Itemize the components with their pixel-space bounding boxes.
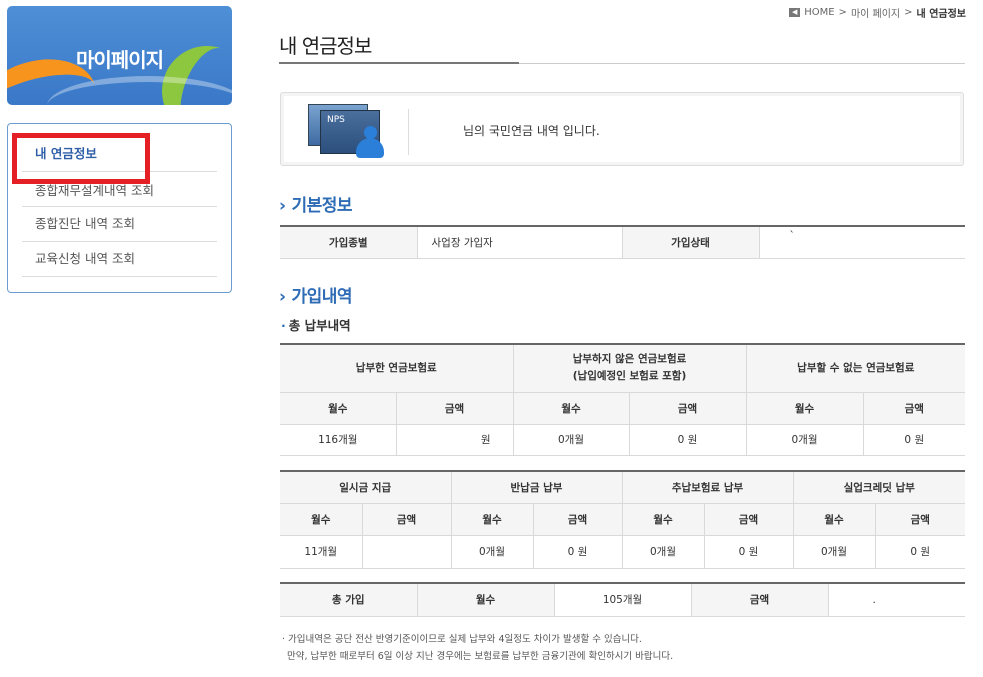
- breadcrumb-separator: >: [838, 7, 847, 18]
- note-line-1: · 가입내역은 공단 전산 반영기준이이므로 실제 납부와 4일정도 차이가 발…: [282, 634, 642, 645]
- person-icon: [356, 126, 384, 158]
- total-months-label: 월수: [416, 582, 555, 617]
- total-months-value: 105개월: [553, 582, 692, 617]
- unpaid-header: 납부하지 않은 연금보험료 (납입예정인 보험료 포함): [512, 343, 747, 393]
- chevron-right-icon: ›: [279, 287, 286, 307]
- breadcrumb: ◀ HOME > 마이 페이지 > 내 연금정보: [789, 5, 966, 20]
- col-months: 월수: [512, 391, 630, 425]
- section-history: › 가입내역: [279, 287, 353, 307]
- breadcrumb-home[interactable]: HOME: [804, 7, 834, 18]
- col-months: 월수: [280, 502, 363, 536]
- breadcrumb-current: 내 연금정보: [916, 9, 966, 20]
- unemployment-credit-header: 실업크레딧 납부: [792, 470, 965, 504]
- highlight-box: [12, 133, 150, 184]
- note-line-2: 만약, 납부한 때로부터 6일 이상 지난 경우에는 보험료를 납부한 금융기관…: [287, 651, 674, 662]
- nps-label: NPS: [327, 115, 345, 125]
- unemployment-months: 0개월: [792, 534, 876, 569]
- join-status-value: `: [758, 225, 965, 259]
- total-join-label: 총 가입: [280, 582, 418, 617]
- col-amount: 금액: [361, 502, 452, 536]
- unpaid-amount: 0 원: [628, 423, 747, 456]
- extra-payment-table: 일시금 지급 반납금 납부 추납보험료 납부 실업크레딧 납부 월수 금액 월수…: [280, 470, 965, 569]
- late-months: 0개월: [621, 534, 705, 569]
- section-basic-info: › 기본정보: [279, 196, 353, 216]
- total-amount-value: .: [827, 582, 965, 617]
- breadcrumb-separator: >: [904, 7, 913, 18]
- total-amount-label: 금액: [690, 582, 829, 617]
- col-months: 월수: [450, 502, 534, 536]
- refund-months: 0개월: [450, 534, 534, 569]
- title-divider: [279, 62, 965, 64]
- col-amount: 금액: [532, 502, 623, 536]
- breadcrumb-mypage[interactable]: 마이 페이지: [851, 5, 900, 20]
- col-months: 월수: [745, 391, 864, 425]
- col-amount: 금액: [862, 391, 966, 425]
- cannot-months: 0개월: [745, 423, 864, 456]
- info-message: 님의 국민연금 내역 입니다.: [463, 124, 600, 138]
- home-icon: ◀: [789, 8, 801, 17]
- banner-title: 마이페이지: [76, 48, 164, 72]
- paid-header: 납부한 연금보험료: [280, 343, 514, 393]
- page-title: 내 연금정보: [279, 34, 372, 58]
- mypage-banner: 마이페이지: [7, 6, 232, 105]
- cannot-pay-header: 납부할 수 없는 연금보험료: [745, 343, 966, 393]
- join-type-label: 가입종별: [280, 225, 418, 259]
- col-months: 월수: [280, 391, 397, 425]
- nps-computer-icon: NPS: [308, 102, 388, 162]
- refund-amount: 0 원: [532, 534, 623, 569]
- paid-months: 116개월: [280, 423, 397, 456]
- basic-info-table: 가입종별 사업장 가입자 가입상태 `: [280, 225, 965, 259]
- col-months: 월수: [792, 502, 876, 536]
- lump-amount: [361, 534, 452, 569]
- total-payment-table: 납부한 연금보험료 납부하지 않은 연금보험료 (납입예정인 보험료 포함) 납부…: [280, 343, 966, 456]
- lump-months: 11개월: [280, 534, 363, 569]
- col-amount: 금액: [395, 391, 514, 425]
- unpaid-months: 0개월: [512, 423, 630, 456]
- info-box: NPS 님의 국민연금 내역 입니다.: [280, 92, 964, 166]
- col-amount: 금액: [703, 502, 794, 536]
- chevron-right-icon: ›: [279, 196, 286, 216]
- col-months: 월수: [621, 502, 705, 536]
- menu-item-education[interactable]: 교육신청 내역 조회: [22, 242, 217, 277]
- total-join-table: 총 가입 월수 105개월 금액 .: [280, 582, 965, 617]
- late-payment-header: 추납보험료 납부: [621, 470, 794, 504]
- sub-title-total-paid: · 총 납부내역: [281, 318, 351, 333]
- join-type-value: 사업장 가입자: [416, 225, 623, 259]
- refund-header: 반납금 납부: [450, 470, 623, 504]
- menu-item-diagnosis[interactable]: 종합진단 내역 조회: [22, 207, 217, 242]
- col-amount: 금액: [874, 502, 965, 536]
- lump-sum-header: 일시금 지급: [280, 470, 452, 504]
- notes: · 가입내역은 공단 전산 반영기준이이므로 실제 납부와 4일정도 차이가 발…: [282, 631, 673, 665]
- info-divider: [408, 109, 409, 155]
- unemployment-amount: 0 원: [874, 534, 965, 569]
- cannot-amount: 0 원: [862, 423, 966, 456]
- paid-amount: 원: [395, 423, 514, 456]
- late-amount: 0 원: [703, 534, 794, 569]
- join-status-label: 가입상태: [621, 225, 760, 259]
- col-amount: 금액: [628, 391, 747, 425]
